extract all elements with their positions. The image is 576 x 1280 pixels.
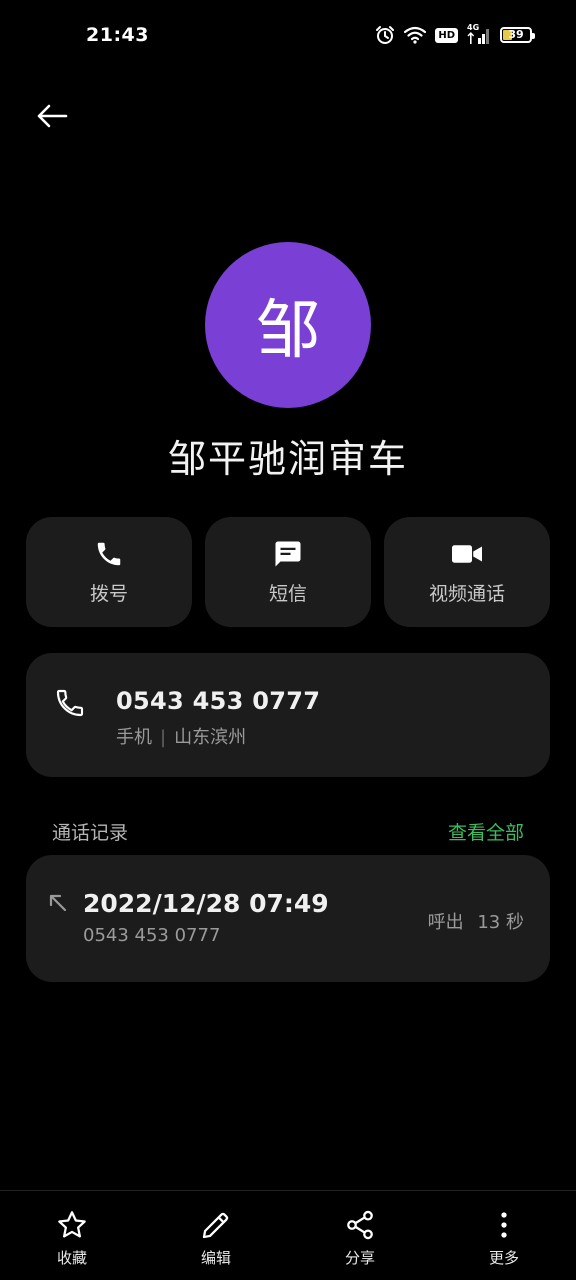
battery-icon: 39	[500, 27, 535, 43]
phone-icon	[97, 542, 121, 565]
more-button[interactable]: 更多	[432, 1191, 576, 1280]
view-all-link[interactable]: 查看全部	[448, 818, 524, 845]
video-call-label: 视频通话	[428, 582, 505, 605]
sms-button[interactable]: 短信	[205, 517, 371, 627]
outgoing-call-icon	[48, 893, 68, 917]
star-icon	[58, 1211, 86, 1238]
status-bar: 21:43 HD 4G 39	[0, 0, 576, 72]
hd-badge: HD	[435, 27, 458, 43]
battery-tip	[532, 33, 535, 39]
more-label: 更多	[488, 1249, 519, 1267]
contact-name: 邹平驰润审车	[167, 437, 408, 481]
more-vertical-icon	[501, 1212, 507, 1238]
phone-number-card[interactable]: 0543 453 0777 手机 | 山东滨州	[26, 653, 550, 777]
favorite-label: 收藏	[56, 1249, 87, 1267]
video-call-icon	[452, 544, 482, 563]
action-buttons: 拨号 短信 视频通话	[26, 517, 550, 627]
message-icon	[275, 541, 301, 566]
status-time: 21:43	[86, 24, 149, 46]
phone-meta: 手机 | 山东滨州	[116, 723, 246, 749]
share-icon	[347, 1210, 373, 1240]
phone-location: 山东滨州	[174, 727, 247, 748]
favorite-button[interactable]: 收藏	[0, 1191, 144, 1280]
bottom-toolbar: 收藏 编辑 分享 更多	[0, 1191, 576, 1280]
signal-icon: 4G	[467, 23, 491, 44]
back-arrow-icon	[37, 104, 68, 128]
phone-type: 手机	[116, 727, 152, 748]
alarm-icon	[375, 25, 395, 45]
call-number: 0543 453 0777	[83, 925, 221, 946]
share-button[interactable]: 分享	[288, 1191, 432, 1280]
phone-number: 0543 453 0777	[116, 687, 321, 715]
call-log-item[interactable]: 2022/12/28 07:49 0543 453 0777 呼出 13 秒	[26, 855, 550, 982]
call-detail: 呼出 13 秒	[428, 908, 524, 934]
dial-label: 拨号	[89, 582, 128, 605]
edit-button[interactable]: 编辑	[144, 1191, 288, 1280]
wifi-icon	[404, 26, 427, 44]
call-duration: 13 秒	[477, 912, 524, 933]
avatar: 邹	[205, 242, 371, 408]
call-datetime: 2022/12/28 07:49	[83, 889, 329, 918]
status-icons: HD 4G 39	[375, 23, 535, 45]
video-call-button[interactable]: 视频通话	[384, 517, 550, 627]
call-log-title: 通话记录	[52, 822, 129, 844]
contact-detail-screen: 21:43 HD 4G 39 邹 邹平驰润审车 拨号 短信 视频通话 0543 …	[0, 0, 576, 1280]
phone-meta-separator: |	[160, 727, 167, 748]
call-direction: 呼出	[427, 912, 464, 933]
avatar-initial: 邹	[256, 294, 320, 368]
back-button[interactable]	[30, 96, 74, 136]
pencil-icon	[202, 1212, 229, 1239]
share-label: 分享	[344, 1249, 375, 1267]
sms-label: 短信	[268, 582, 307, 605]
edit-label: 编辑	[200, 1249, 231, 1267]
battery-level: 39	[508, 28, 524, 41]
phone-outline-icon	[54, 687, 86, 723]
dial-button[interactable]: 拨号	[26, 517, 192, 627]
